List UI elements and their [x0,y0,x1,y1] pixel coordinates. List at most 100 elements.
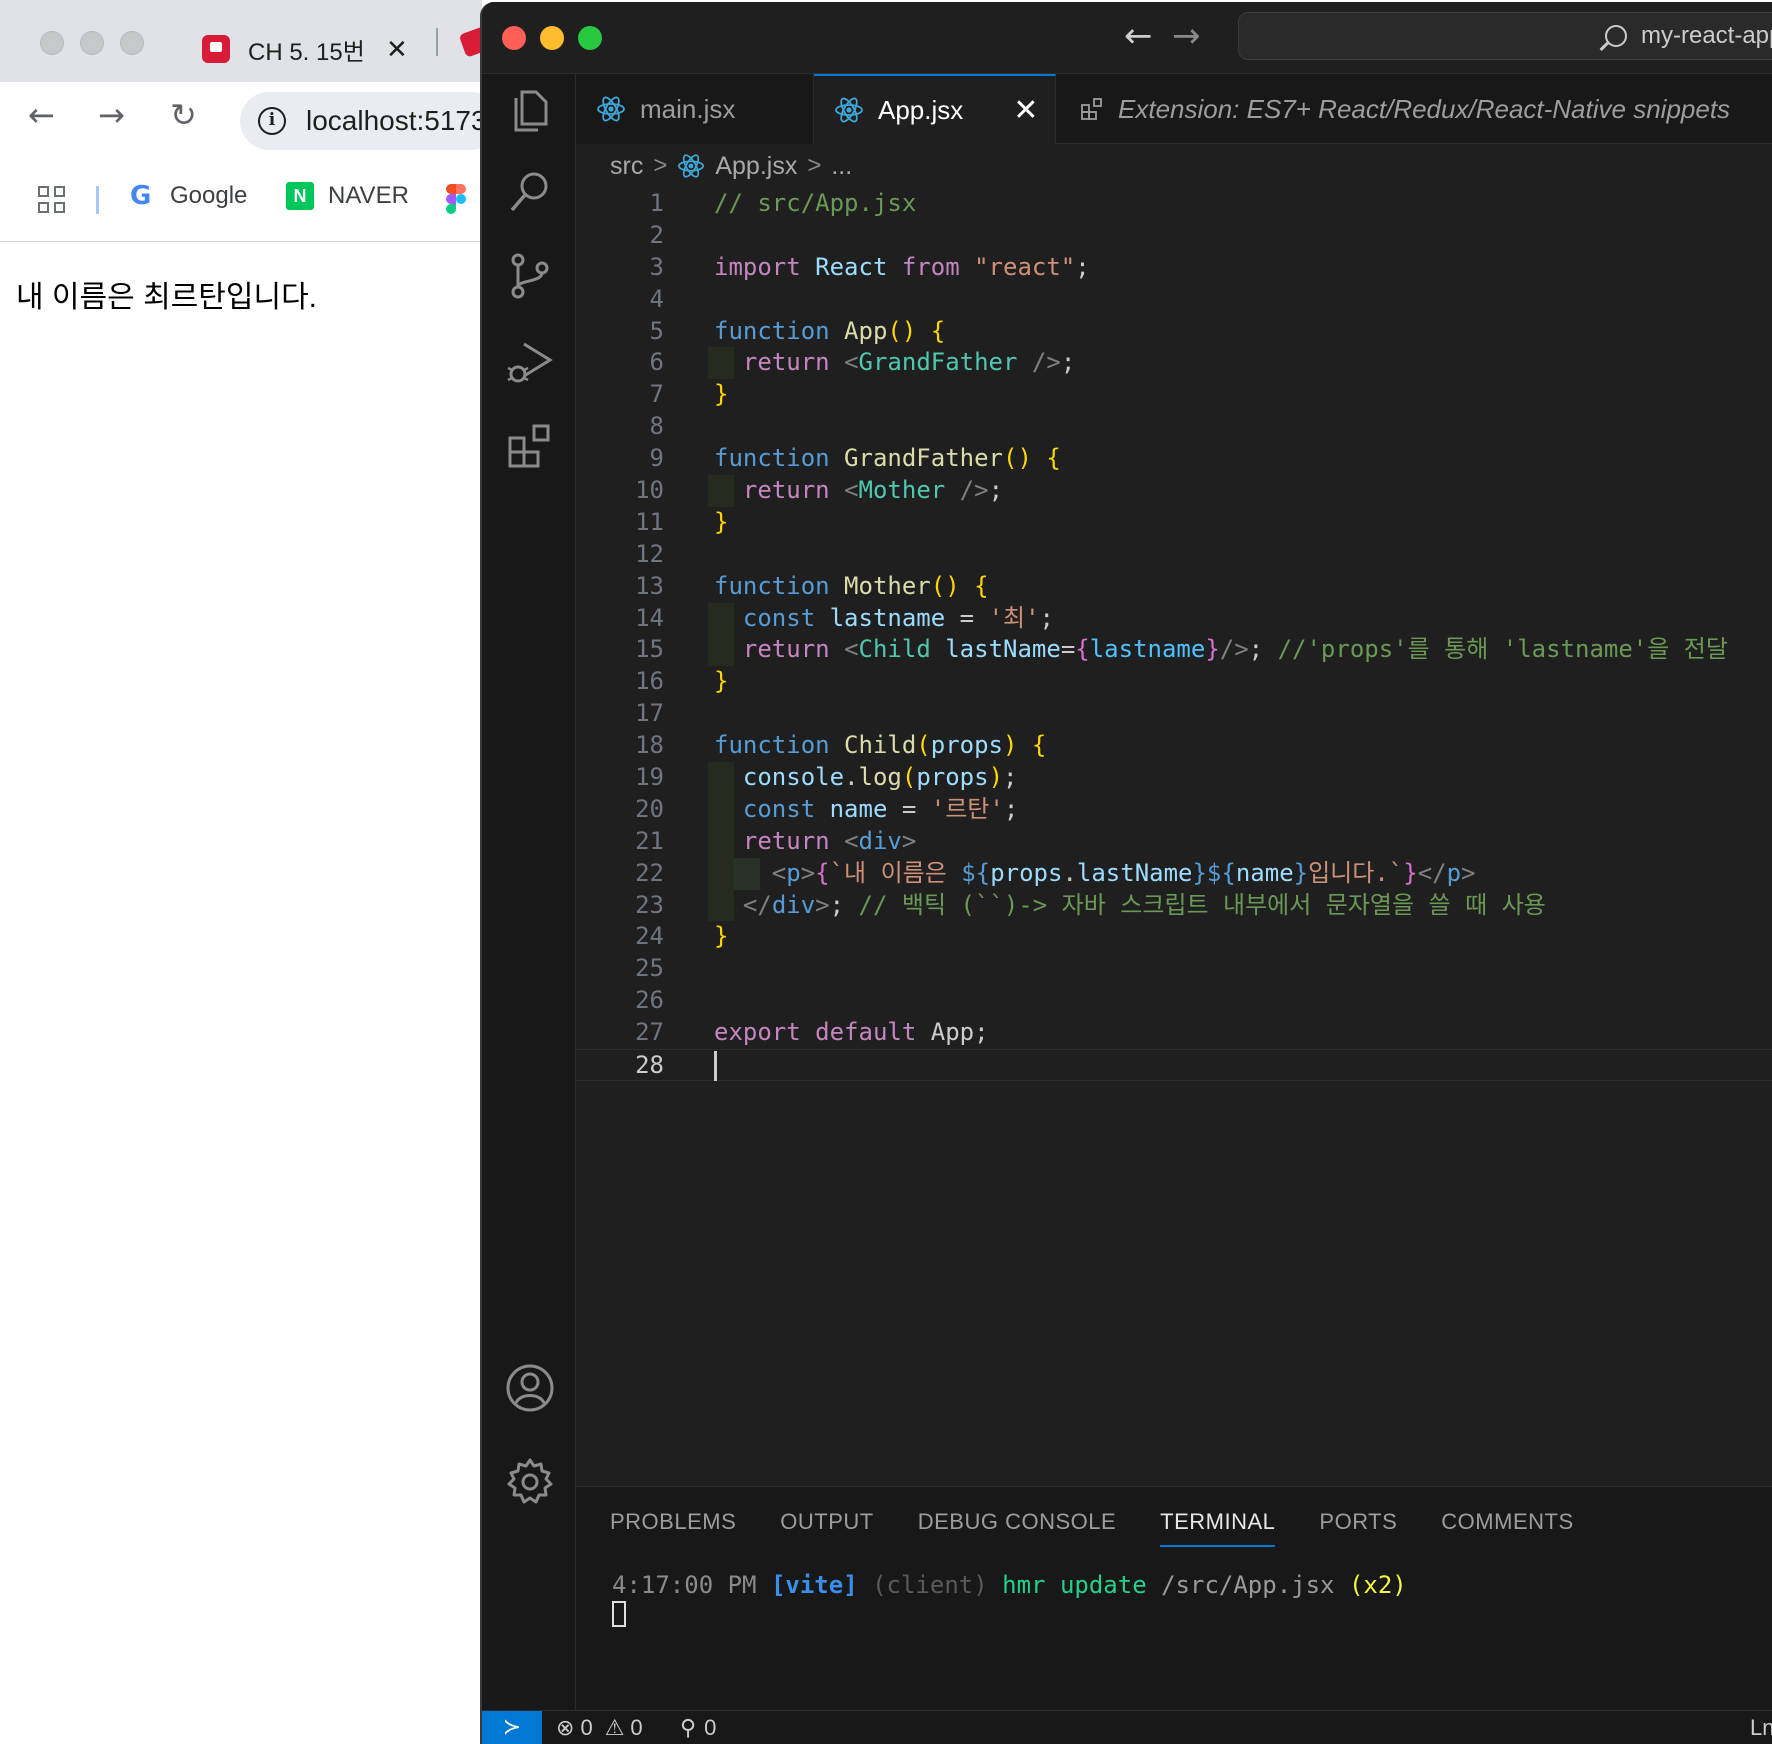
settings-gear-icon[interactable] [504,1456,556,1508]
breadcrumb-symbol[interactable]: ... [831,152,852,181]
address-bar[interactable]: i localhost:5173 [240,92,500,150]
tab-extension-page[interactable]: Extension: ES7+ React/Redux/React-Native… [1056,74,1772,144]
panel-tab-ports[interactable]: PORTS [1319,1509,1397,1547]
code-line[interactable]: 10 return <Mother />; [576,475,1772,507]
breadcrumb-folder[interactable]: src [610,152,643,181]
code-line[interactable]: 8 [576,411,1772,443]
line-number[interactable]: 10 [576,475,664,507]
apps-grid-icon[interactable] [38,186,66,214]
tab-app-jsx[interactable]: App.jsx ✕ [814,74,1056,144]
line-number[interactable]: 26 [576,985,664,1017]
code-line[interactable]: 11} [576,507,1772,539]
code-line[interactable]: 25 [576,953,1772,985]
line-number[interactable]: 4 [576,284,664,316]
panel-tab-comments[interactable]: COMMENTS [1441,1509,1573,1547]
window-zoom-button[interactable] [120,31,144,55]
code-line[interactable]: 9 function GrandFather() { [576,443,1772,475]
source-control-icon[interactable] [504,250,556,302]
line-number[interactable]: 25 [576,953,664,985]
remote-indicator-icon[interactable]: ≻ [482,1711,542,1744]
panel-tab-problems[interactable]: PROBLEMS [610,1509,736,1547]
panel-tab-output[interactable]: OUTPUT [780,1509,873,1547]
back-arrow-icon[interactable]: ← [28,96,55,134]
ports-status[interactable]: ⚲ 0 [680,1715,716,1741]
code-line[interactable]: 5 function App() { [576,316,1772,348]
code-line[interactable]: 3 import React from "react"; [576,252,1772,284]
line-number[interactable]: 9 [576,443,664,475]
go-forward-icon[interactable]: → [1172,16,1201,56]
browser-tab[interactable]: CH 5. 15번 ✕ [190,16,450,82]
line-number[interactable]: 12 [576,539,664,571]
line-number[interactable]: 19 [576,762,664,794]
code-editor[interactable]: 1 // src/App.jsx 2 3 import React from "reac… [576,188,1772,1486]
problems-status[interactable]: ⊗ 0 ⚠ 0 [556,1715,643,1741]
line-number[interactable]: 14 [576,603,664,635]
go-back-icon[interactable]: ← [1124,16,1153,56]
code-line[interactable]: 16} [576,666,1772,698]
code-line[interactable]: 12 [576,539,1772,571]
breadcrumb-file[interactable]: App.jsx [715,152,797,181]
line-number[interactable]: 1 [576,188,664,220]
code-line[interactable]: 24} [576,921,1772,953]
run-debug-icon[interactable] [504,336,556,388]
code-line[interactable]: 17 [576,698,1772,730]
line-number[interactable]: 18 [576,730,664,762]
line-number[interactable]: 11 [576,507,664,539]
window-zoom-button[interactable] [578,26,602,50]
line-number[interactable]: 8 [576,411,664,443]
window-minimize-button[interactable] [540,26,564,50]
line-number[interactable]: 17 [576,698,664,730]
cursor-position-status[interactable]: Ln [1750,1715,1772,1741]
line-number[interactable]: 22 [576,858,664,890]
line-number[interactable]: 7 [576,379,664,411]
line-number[interactable]: 24 [576,921,664,953]
tab-close-icon[interactable]: ✕ [386,34,408,65]
bookmark-naver[interactable]: N NAVER [286,182,409,210]
code-line[interactable]: 19 console.log(props); [576,762,1772,794]
window-minimize-button[interactable] [80,31,104,55]
line-number[interactable]: 13 [576,571,664,603]
line-number[interactable]: 15 [576,634,664,666]
code-line[interactable]: 28 [576,1049,1772,1082]
terminal-cursor[interactable] [612,1601,626,1627]
line-number[interactable]: 28 [576,1050,664,1082]
code-line[interactable]: 20 const name = '르탄'; [576,793,1772,826]
url-text[interactable]: localhost:5173 [306,105,487,137]
code-line[interactable]: 6 return <GrandFather />; [576,347,1772,380]
code-line[interactable]: 7} [576,379,1772,411]
accounts-icon[interactable] [504,1362,556,1414]
line-number[interactable]: 20 [576,794,664,826]
line-number[interactable]: 21 [576,826,664,858]
code-line[interactable]: 15 return <Child lastName={lastname}/>; … [576,634,1772,667]
window-close-button[interactable] [40,31,64,55]
panel-tab-terminal[interactable]: TERMINAL [1160,1509,1276,1547]
site-info-icon[interactable]: i [258,107,286,135]
window-close-button[interactable] [502,26,526,50]
code-line[interactable]: 23 </div>; // 백틱 (``)-> 자바 스크립트 내부에서 문자열… [576,889,1772,922]
code-line[interactable]: 1 // src/App.jsx [576,188,1772,220]
explorer-files-icon[interactable] [504,84,556,136]
bookmark-google[interactable]: G Google [130,182,247,210]
code-line[interactable]: 22 <p>{`내 이름은 ${props.lastName}${name}입니… [576,857,1772,890]
line-number[interactable]: 2 [576,220,664,252]
code-line[interactable]: 18 function Child(props) { [576,730,1772,762]
close-icon[interactable]: ✕ [1013,93,1038,128]
reload-icon[interactable]: ↻ [170,96,197,134]
code-line[interactable]: 4 [576,284,1772,316]
code-line[interactable]: 21 return <div> [576,825,1772,858]
line-number[interactable]: 16 [576,666,664,698]
code-line[interactable]: 2 [576,220,1772,252]
command-center-search[interactable]: my-react-app [1238,12,1772,60]
forward-arrow-icon[interactable]: → [98,96,125,134]
panel-tab-debug-console[interactable]: DEBUG CONSOLE [918,1509,1116,1547]
search-icon[interactable] [504,166,556,218]
code-line[interactable]: 27 export default App; [576,1017,1772,1049]
code-line[interactable]: 13 function Mother() { [576,571,1772,603]
tab-main-jsx[interactable]: main.jsx [576,74,814,144]
line-number[interactable]: 6 [576,347,664,379]
code-line[interactable]: 26 [576,985,1772,1017]
code-line[interactable]: 14 const lastname = '최'; [576,602,1772,635]
line-number[interactable]: 23 [576,890,664,922]
extensions-icon[interactable] [504,420,556,472]
line-number[interactable]: 27 [576,1017,664,1049]
